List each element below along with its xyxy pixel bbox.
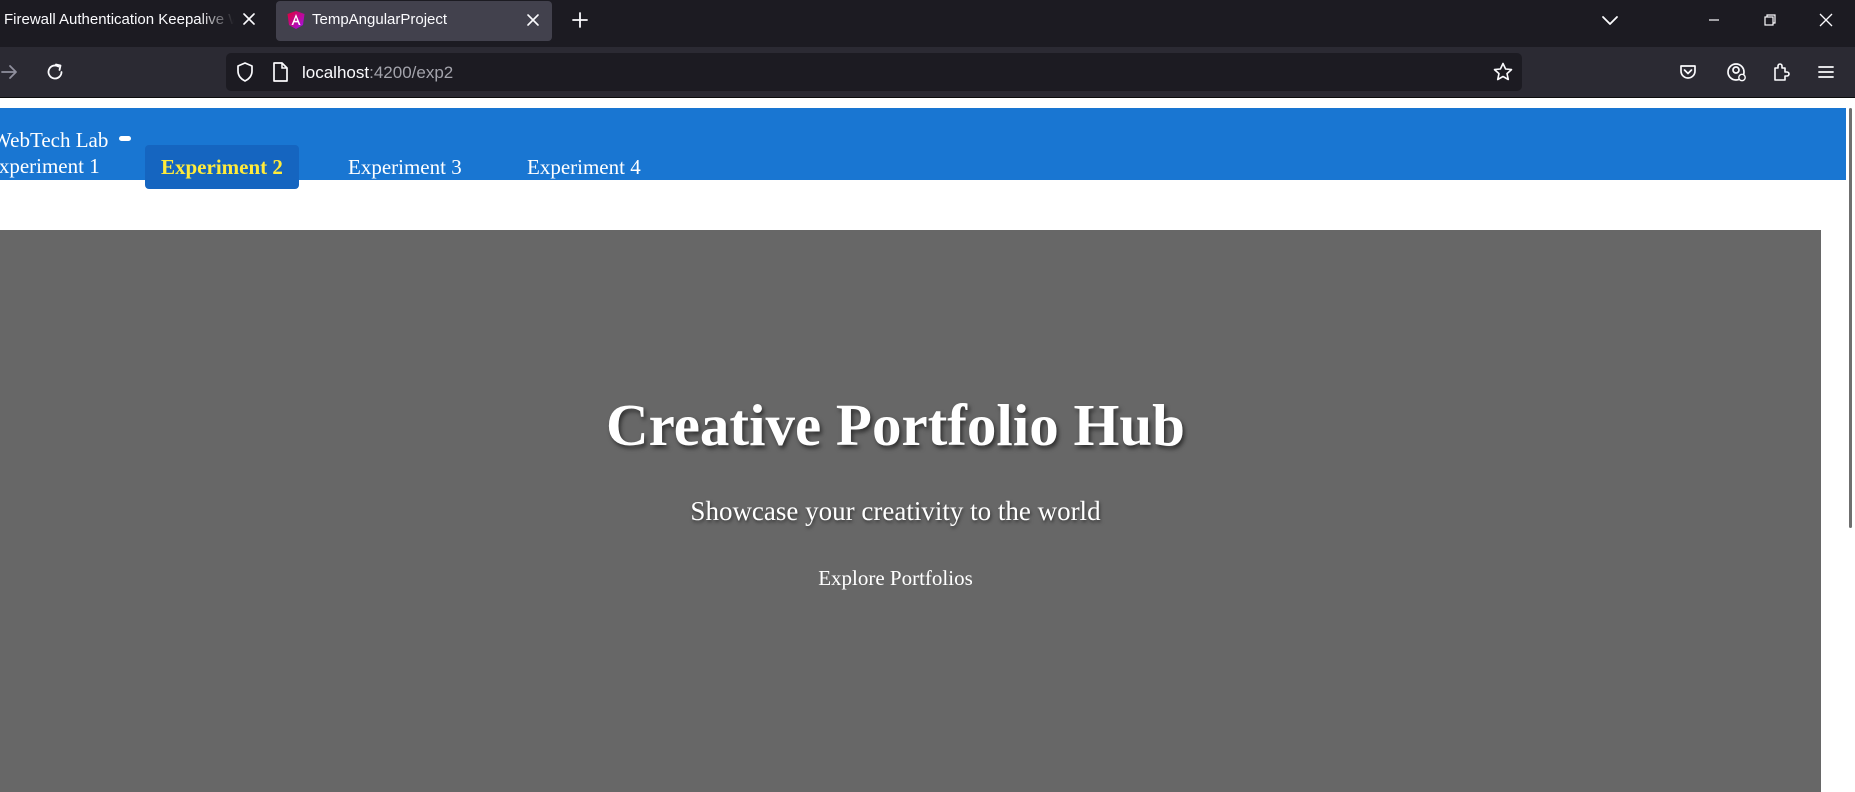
explore-portfolios-wrapper: Explore Portfolios bbox=[0, 566, 1791, 591]
window-close-button[interactable] bbox=[1798, 0, 1854, 40]
nav-toggle-indicator[interactable] bbox=[119, 136, 131, 141]
url-text[interactable]: localhost:4200/exp2 bbox=[302, 63, 453, 83]
scrollbar-thumb[interactable] bbox=[1849, 108, 1852, 528]
minimize-button[interactable] bbox=[1686, 0, 1742, 40]
nav-link-experiment-4[interactable]: Experiment 4 bbox=[527, 155, 641, 180]
reload-icon[interactable] bbox=[43, 60, 67, 84]
menu-icon[interactable] bbox=[1814, 60, 1838, 84]
angular-logo-icon bbox=[287, 11, 305, 29]
minimize-icon bbox=[1709, 19, 1719, 21]
app-navbar: WebTech Lab Experiment 1 Experiment 2 Ex… bbox=[0, 108, 1846, 189]
tab-temp-angular-project[interactable]: TempAngularProject bbox=[276, 1, 552, 41]
tab-title: Firewall Authentication Keepalive Window bbox=[4, 11, 234, 28]
new-tab-icon[interactable] bbox=[568, 8, 592, 32]
tab-title: TempAngularProject bbox=[312, 11, 448, 28]
explore-portfolios-button[interactable]: Explore Portfolios bbox=[818, 566, 973, 590]
bookmark-star-icon[interactable] bbox=[1491, 60, 1515, 84]
nav-link-experiment-3[interactable]: Experiment 3 bbox=[348, 155, 462, 180]
pocket-icon[interactable] bbox=[1676, 60, 1700, 84]
nav-link-experiment-1[interactable]: Experiment 1 bbox=[0, 154, 100, 179]
close-icon bbox=[1819, 13, 1833, 27]
page-viewport: WebTech Lab Experiment 1 Experiment 2 Ex… bbox=[0, 98, 1855, 792]
chevron-down-icon[interactable] bbox=[1598, 8, 1622, 32]
forward-arrow-icon[interactable] bbox=[0, 60, 22, 84]
close-icon[interactable] bbox=[240, 10, 258, 28]
tab-firewall-keepalive[interactable]: Firewall Authentication Keepalive Window bbox=[0, 0, 270, 40]
shield-icon[interactable] bbox=[233, 60, 257, 84]
restore-icon bbox=[1764, 14, 1776, 26]
restore-button[interactable] bbox=[1742, 0, 1798, 40]
nav-link-experiment-2-active[interactable]: Experiment 2 bbox=[145, 145, 299, 189]
url-path: :4200/exp2 bbox=[369, 63, 454, 82]
hero-title: Creative Portfolio Hub bbox=[606, 392, 1185, 458]
hero-subtitle: Showcase your creativity to the world bbox=[690, 496, 1101, 526]
url-host: localhost bbox=[302, 63, 370, 82]
page-icon[interactable] bbox=[268, 60, 292, 84]
account-icon[interactable] bbox=[1724, 60, 1748, 84]
close-icon[interactable] bbox=[524, 11, 542, 29]
browser-tab-strip: Firewall Authentication Keepalive Window… bbox=[0, 0, 1855, 47]
brand-title[interactable]: WebTech Lab bbox=[0, 128, 108, 153]
hero-section: Creative Portfolio Hub Showcase your cre… bbox=[0, 230, 1821, 792]
extensions-icon[interactable] bbox=[1769, 60, 1793, 84]
